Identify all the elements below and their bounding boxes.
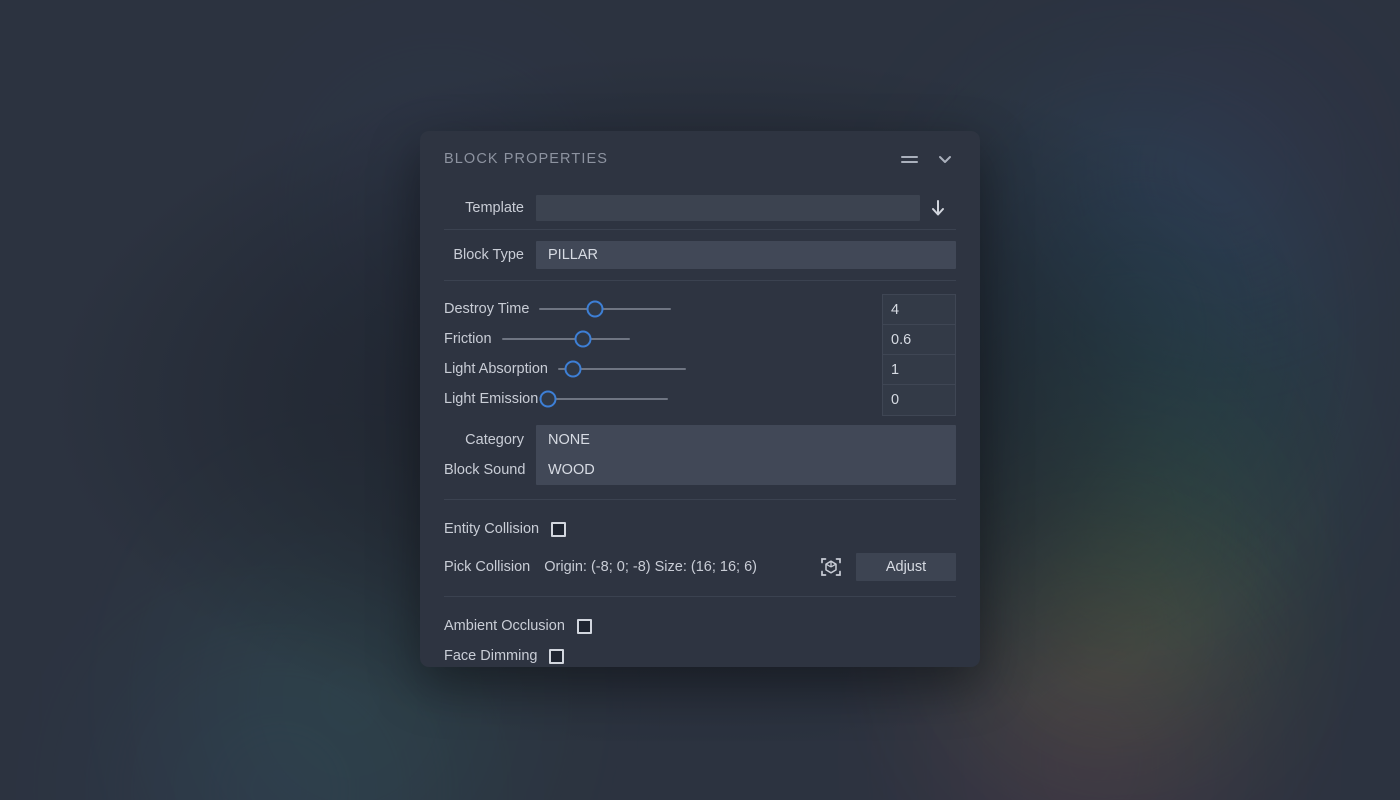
slider-track-wrap[interactable] bbox=[539, 294, 672, 324]
slider-handle[interactable] bbox=[586, 300, 604, 318]
slider-label: Friction bbox=[444, 331, 492, 347]
slider-label: Light Emission bbox=[444, 391, 539, 407]
slider-row-light-emission: Light Emission bbox=[444, 384, 874, 414]
page-title: BLOCK PROPERTIES bbox=[444, 151, 608, 167]
slider-row-destroy-time: Destroy Time bbox=[444, 294, 874, 324]
slider-value-friction[interactable]: 0.6 bbox=[883, 325, 955, 355]
category-sound-section: Category Block Sound NONE WOOD bbox=[444, 425, 956, 499]
category-sound-labels: Category Block Sound bbox=[444, 425, 536, 485]
menu-icon-line bbox=[900, 155, 918, 158]
entity-collision-checkbox[interactable] bbox=[551, 521, 567, 537]
face-dimming-checkbox[interactable] bbox=[549, 648, 565, 664]
slider-row-light-absorption: Light Absorption bbox=[444, 354, 874, 384]
category-select[interactable]: NONE bbox=[536, 425, 956, 455]
ambient-occlusion-label: Ambient Occlusion bbox=[444, 618, 565, 634]
slider-value-destroy-time[interactable]: 4 bbox=[883, 295, 955, 325]
slider-value-column: 4 0.6 1 0 bbox=[882, 294, 956, 416]
template-input[interactable] bbox=[536, 195, 920, 221]
slider-section: Destroy Time Friction Light Absorption L… bbox=[444, 281, 956, 425]
slider-track[interactable] bbox=[501, 338, 630, 340]
face-dimming-row: Face Dimming bbox=[444, 641, 956, 671]
slider-track[interactable] bbox=[539, 308, 672, 310]
block-properties-panel: BLOCK PROPERTIES Template Block Type PIL… bbox=[420, 131, 980, 667]
face-dimming-label: Face Dimming bbox=[444, 648, 538, 664]
panel-header: BLOCK PROPERTIES bbox=[444, 131, 956, 187]
pick-collision-value: Origin: (-8; 0; -8) Size: (16; 16; 6) bbox=[544, 559, 757, 575]
menu-icon-line bbox=[900, 160, 918, 163]
header-icon-group bbox=[898, 148, 956, 170]
slider-value-light-absorption[interactable]: 1 bbox=[883, 355, 955, 385]
block-sound-label: Block Sound bbox=[444, 462, 526, 478]
ambient-occlusion-checkbox[interactable] bbox=[576, 618, 592, 634]
slider-handle[interactable] bbox=[574, 330, 592, 348]
slider-track[interactable] bbox=[548, 398, 669, 400]
category-sound-panel: NONE WOOD bbox=[536, 425, 956, 485]
block-type-label: Block Type bbox=[453, 247, 524, 263]
slider-track-wrap[interactable] bbox=[558, 354, 686, 384]
block-sound-select[interactable]: WOOD bbox=[536, 455, 956, 485]
slider-list: Destroy Time Friction Light Absorption L… bbox=[444, 294, 874, 416]
slider-label: Light Absorption bbox=[444, 361, 548, 377]
render-toggles-section: Ambient Occlusion Face Dimming bbox=[444, 597, 956, 671]
slider-handle[interactable] bbox=[539, 390, 557, 408]
pick-collision-row: Pick Collision Origin: (-8; 0; -8) Size:… bbox=[444, 550, 956, 584]
slider-track-wrap[interactable] bbox=[501, 324, 630, 354]
collision-section: Entity Collision Pick Collision Origin: … bbox=[444, 500, 956, 596]
slider-label: Destroy Time bbox=[444, 301, 530, 317]
slider-row-friction: Friction bbox=[444, 324, 874, 354]
entity-collision-row: Entity Collision bbox=[444, 514, 956, 544]
pick-collision-label: Pick Collision bbox=[444, 559, 531, 575]
adjust-button[interactable]: Adjust bbox=[856, 553, 956, 581]
template-label: Template bbox=[465, 200, 524, 216]
ambient-occlusion-row: Ambient Occlusion bbox=[444, 611, 956, 641]
bounding-box-icon[interactable] bbox=[818, 554, 844, 580]
entity-collision-label: Entity Collision bbox=[444, 521, 540, 537]
slider-track-wrap[interactable] bbox=[539, 384, 669, 414]
block-type-row: Block Type PILLAR bbox=[444, 230, 956, 280]
chevron-down-icon[interactable] bbox=[934, 148, 956, 170]
menu-icon[interactable] bbox=[898, 148, 920, 170]
slider-value-light-emission[interactable]: 0 bbox=[883, 385, 955, 415]
template-row: Template bbox=[444, 187, 956, 229]
block-type-select[interactable]: PILLAR bbox=[536, 241, 956, 269]
slider-handle[interactable] bbox=[564, 360, 582, 378]
arrow-down-icon[interactable] bbox=[920, 198, 956, 218]
category-label: Category bbox=[465, 432, 524, 448]
